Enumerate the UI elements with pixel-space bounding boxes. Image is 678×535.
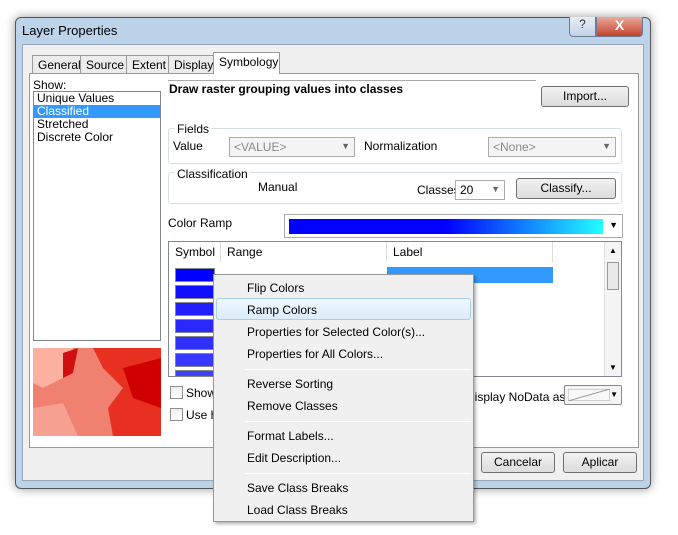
symbol-swatch[interactable] xyxy=(175,336,215,350)
nodata-color-dropdown[interactable]: ▼ xyxy=(564,385,622,405)
menu-separator xyxy=(245,473,471,474)
chevron-down-icon: ▼ xyxy=(610,390,618,399)
tab-source[interactable]: Source xyxy=(80,55,131,74)
menu-item-edit-description[interactable]: Edit Description... xyxy=(247,451,341,465)
heading-divider xyxy=(168,80,536,81)
menu-item-remove-classes[interactable]: Remove Classes xyxy=(247,399,338,413)
classes-dropdown[interactable]: 20 ▼ xyxy=(455,180,505,200)
menu-item-ramp-colors[interactable]: Ramp Colors xyxy=(247,303,317,317)
import-button[interactable]: Import... xyxy=(541,86,629,107)
nodata-swatch xyxy=(568,389,610,401)
show-label: Show: xyxy=(33,78,67,92)
chevron-down-icon: ▼ xyxy=(609,220,618,230)
cancel-button[interactable]: Cancelar xyxy=(481,452,555,473)
menu-separator xyxy=(245,421,471,422)
nodata-label: Display NoData as xyxy=(466,390,566,404)
show-checkbox[interactable] xyxy=(170,386,183,399)
menu-item-load-class-breaks[interactable]: Load Class Breaks xyxy=(247,503,348,517)
show-checkbox-label: Show xyxy=(186,386,217,400)
show-list[interactable]: Unique Values Classified Stretched Discr… xyxy=(33,91,161,341)
menu-item-flip-colors[interactable]: Flip Colors xyxy=(247,281,304,295)
close-button[interactable]: X xyxy=(596,17,643,37)
classification-method: Manual xyxy=(258,180,298,194)
fields-legend: Fields xyxy=(175,122,212,136)
symbol-swatch[interactable] xyxy=(175,370,215,376)
classes-value: 20 xyxy=(460,183,474,197)
color-ramp-dropdown[interactable]: ▼ xyxy=(284,214,623,238)
symbol-swatch[interactable] xyxy=(175,353,215,367)
column-header-symbol[interactable]: Symbol xyxy=(169,242,221,262)
column-header-range[interactable]: Range xyxy=(221,242,387,262)
normalization-dropdown[interactable]: <None> ▼ xyxy=(488,137,616,157)
chevron-down-icon: ▼ xyxy=(491,184,500,194)
menu-item-save-class-breaks[interactable]: Save Class Breaks xyxy=(247,481,348,495)
apply-button[interactable]: Aplicar xyxy=(563,452,637,473)
tab-general[interactable]: General xyxy=(32,55,87,74)
grid-scrollbar[interactable]: ▲ ▼ xyxy=(604,242,621,376)
normalization-text: <None> xyxy=(493,140,536,154)
value-label: Value xyxy=(173,139,203,153)
heading: Draw raster grouping values into classes xyxy=(169,82,404,96)
menu-item-format-labels[interactable]: Format Labels... xyxy=(247,429,334,443)
value-text: <VALUE> xyxy=(234,140,287,154)
value-dropdown[interactable]: <VALUE> ▼ xyxy=(229,137,355,157)
help-button[interactable]: ? xyxy=(569,17,596,37)
symbol-swatch[interactable] xyxy=(175,285,215,299)
list-item-discrete-color[interactable]: Discrete Color xyxy=(34,131,160,144)
classes-label: Classes xyxy=(417,183,460,197)
normalization-label: Normalization xyxy=(364,139,438,153)
menu-item-properties-selected[interactable]: Properties for Selected Color(s)... xyxy=(247,325,425,339)
chevron-down-icon: ▼ xyxy=(341,141,350,151)
menu-separator xyxy=(245,369,471,370)
use-checkbox[interactable] xyxy=(170,408,183,421)
color-ramp-label: Color Ramp xyxy=(168,216,233,230)
menu-item-properties-all[interactable]: Properties for All Colors... xyxy=(247,347,383,361)
tab-symbology[interactable]: Symbology xyxy=(213,52,280,74)
chevron-down-icon: ▼ xyxy=(602,141,611,151)
scrollbar-thumb[interactable] xyxy=(607,262,619,290)
classify-button[interactable]: Classify... xyxy=(516,178,616,199)
scroll-up-icon[interactable]: ▲ xyxy=(609,246,617,255)
context-menu: Flip Colors Ramp Colors Properties for S… xyxy=(213,274,474,522)
symbol-swatch[interactable] xyxy=(175,319,215,333)
tab-display[interactable]: Display xyxy=(168,55,220,74)
symbol-swatch[interactable] xyxy=(175,268,215,282)
classification-legend: Classification xyxy=(175,167,250,181)
preview-image xyxy=(33,348,161,436)
menu-item-reverse-sorting[interactable]: Reverse Sorting xyxy=(247,377,333,391)
column-header-label[interactable]: Label xyxy=(387,242,553,262)
color-ramp-preview xyxy=(289,219,603,234)
tab-extent[interactable]: Extent xyxy=(126,55,173,74)
symbol-swatch[interactable] xyxy=(175,302,215,316)
window-title: Layer Properties xyxy=(22,23,118,38)
scroll-down-icon[interactable]: ▼ xyxy=(609,363,617,372)
